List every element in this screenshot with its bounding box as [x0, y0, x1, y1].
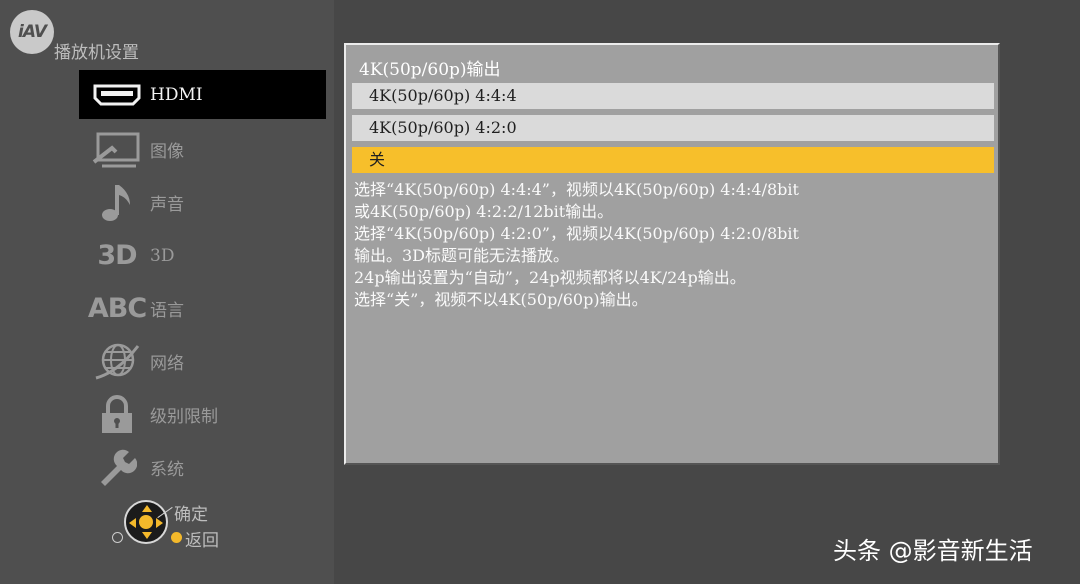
description-line: 选择“4K(50p/60p) 4:2:0”，视频以4K(50p/60p) 4:2… [354, 224, 799, 243]
sidebar: iAV 播放机设置 HDMI 图像 声音 3D 3D ABC 语言 网络 级别限… [0, 0, 334, 584]
ok-label: 确定 [174, 505, 208, 525]
description-line: 或4K(50p/60p) 4:2:2/12bit输出。 [354, 202, 614, 221]
menu-label-sound: 声音 [150, 195, 184, 215]
description-line: 选择“关”，视频不以4K(50p/60p)输出。 [354, 290, 648, 309]
back-label: 返回 [185, 531, 219, 551]
music-note-icon [87, 183, 147, 223]
menu-label-system: 系统 [150, 460, 184, 480]
panel-title: 4K(50p/60p)输出 [359, 60, 501, 80]
dpad-icon [124, 500, 168, 544]
iav-logo: iAV [10, 10, 54, 54]
description-line: 24p输出设置为“自动”，24p视频都将以4K/24p输出。 [354, 268, 746, 287]
menu-item-3d[interactable]: 3D 3D [79, 229, 326, 282]
settings-panel: 4K(50p/60p)输出 4K(50p/60p) 4:4:4 4K(50p/6… [344, 43, 1000, 465]
option-4k-420[interactable]: 4K(50p/60p) 4:2:0 [352, 115, 994, 141]
menu-label-hdmi: HDMI [150, 84, 203, 105]
menu-label-network: 网络 [150, 354, 184, 374]
settings-menu: HDMI 图像 声音 3D 3D ABC 语言 网络 级别限制 系统 [79, 70, 326, 494]
description-line: 输出。3D标题可能无法播放。 [354, 246, 570, 265]
3d-icon: 3D [97, 240, 137, 271]
watermark: 头条 @影音新生活 [833, 537, 1033, 565]
circle-icon [112, 532, 123, 543]
menu-item-parental-control[interactable]: 级别限制 [79, 388, 326, 441]
monitor-icon [87, 130, 147, 170]
menu-item-picture[interactable]: 图像 [79, 123, 326, 176]
menu-item-system[interactable]: 系统 [79, 441, 326, 494]
wrench-icon [87, 448, 147, 488]
back-button-icon [171, 532, 182, 543]
menu-item-language[interactable]: ABC 语言 [79, 282, 326, 335]
menu-label-3d: 3D [150, 245, 175, 266]
abc-icon: ABC [87, 293, 147, 324]
hdmi-icon [87, 75, 147, 115]
option-4k-444[interactable]: 4K(50p/60p) 4:4:4 [352, 83, 994, 109]
menu-label-language: 语言 [150, 301, 184, 321]
menu-item-hdmi[interactable]: HDMI [79, 70, 326, 119]
description-line: 选择“4K(50p/60p) 4:4:4”，视频以4K(50p/60p) 4:4… [354, 180, 799, 199]
navigation-hint: 确定 返回 [110, 498, 250, 558]
menu-title: 播放机设置 [54, 43, 139, 63]
lock-icon [87, 394, 147, 435]
menu-label-picture: 图像 [150, 142, 184, 162]
option-off[interactable]: 关 [352, 147, 994, 173]
globe-icon [87, 342, 147, 382]
menu-item-sound[interactable]: 声音 [79, 176, 326, 229]
option-description: 选择“4K(50p/60p) 4:4:4”，视频以4K(50p/60p) 4:4… [354, 179, 994, 311]
menu-label-parental-control: 级别限制 [150, 407, 218, 427]
menu-item-network[interactable]: 网络 [79, 335, 326, 388]
